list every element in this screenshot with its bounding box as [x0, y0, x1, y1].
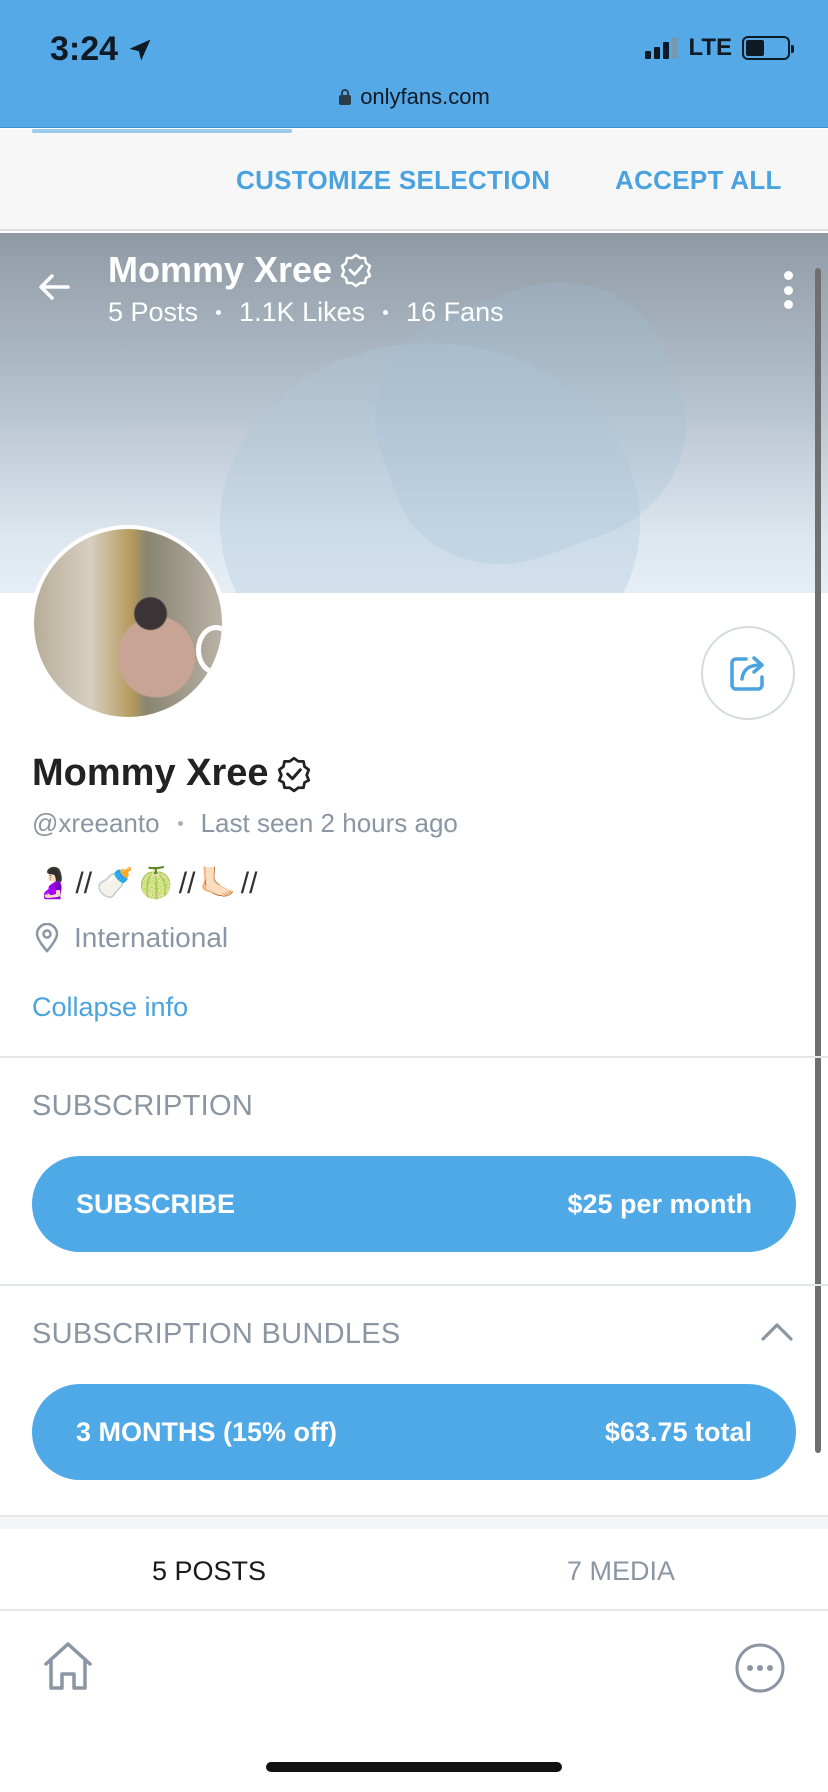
subscribe-price: $25 per month [567, 1188, 752, 1219]
profile-name: Mommy Xree [32, 752, 313, 795]
accept-all-button[interactable]: ACCEPT ALL [615, 165, 782, 196]
status-time: 3:24 [50, 30, 154, 69]
bundle-3-months-button[interactable]: 3 MONTHS (15% off) $63.75 total [32, 1384, 796, 1480]
tab-posts[interactable]: 5 POSTS [152, 1556, 266, 1587]
profile-name-text: Mommy Xree [32, 752, 269, 794]
handle-row: @xreeanto Last seen 2 hours ago [32, 808, 458, 839]
location-text: International [74, 922, 229, 953]
divider [0, 1284, 828, 1286]
bundle-label: 3 MONTHS (15% off) [76, 1416, 338, 1447]
subscribe-button[interactable]: SUBSCRIBE $25 per month [32, 1156, 796, 1252]
subscribe-label: SUBSCRIBE [76, 1188, 236, 1219]
lock-icon [339, 89, 352, 105]
bundles-title: SUBSCRIPTION BUNDLES [32, 1318, 401, 1350]
customize-selection-button[interactable]: CUSTOMIZE SELECTION [236, 165, 550, 196]
cookie-banner: CUSTOMIZE SELECTION ACCEPT ALL [0, 129, 828, 231]
battery-icon [742, 36, 794, 60]
tab-media[interactable]: 7 MEDIA [567, 1556, 675, 1587]
location-arrow-icon [129, 39, 151, 60]
chevron-up-icon[interactable] [760, 1320, 794, 1342]
url-domain: onlyfans.com [360, 84, 490, 109]
posts-count: 5 Posts [108, 297, 199, 327]
section-separator [0, 1515, 828, 1529]
profile-handle: @xreeanto [32, 808, 160, 838]
location-pin-icon [35, 923, 59, 953]
likes-count: 1.1K Likes [239, 297, 366, 327]
avatar[interactable] [30, 525, 226, 721]
share-button[interactable] [701, 626, 795, 720]
home-indicator[interactable] [266, 1762, 562, 1772]
verified-badge-icon [340, 253, 372, 288]
header-name-text: Mommy Xree [108, 249, 333, 290]
header-profile-name: Mommy Xree [108, 249, 374, 291]
arrow-left-icon[interactable] [34, 267, 74, 307]
verified-badge-icon [277, 756, 310, 792]
subscription-title: SUBSCRIPTION [32, 1090, 254, 1122]
last-seen: Last seen 2 hours ago [200, 808, 458, 838]
status-indicators: LTE [645, 34, 794, 62]
cell-signal-icon [645, 37, 679, 59]
network-type: LTE [688, 34, 732, 61]
horizontal-dots-icon[interactable] [734, 1642, 786, 1694]
header-stats: 5 Posts 1.1K Likes 16 Fans [108, 297, 504, 328]
vertical-dots-icon[interactable] [782, 271, 794, 309]
collapse-info-link[interactable]: Collapse info [32, 992, 188, 1023]
cookie-text-fragment [32, 125, 312, 135]
browser-top-bar: 3:24 LTE onlyfans.com [0, 0, 828, 128]
divider [0, 1056, 828, 1058]
profile-bio: 🤰🏻 // 🍼 🍈 // 🦶🏻 // [34, 866, 258, 901]
profile-location: International [34, 922, 228, 954]
status-time-text: 3:24 [50, 30, 119, 68]
tabs-divider [0, 1609, 828, 1611]
share-icon [730, 656, 764, 691]
url-bar[interactable]: onlyfans.com [0, 84, 828, 110]
bundle-price: $63.75 total [604, 1416, 752, 1447]
page-scrollbar[interactable] [815, 268, 821, 1453]
fans-count: 16 Fans [406, 297, 504, 327]
home-icon[interactable] [40, 1638, 96, 1694]
